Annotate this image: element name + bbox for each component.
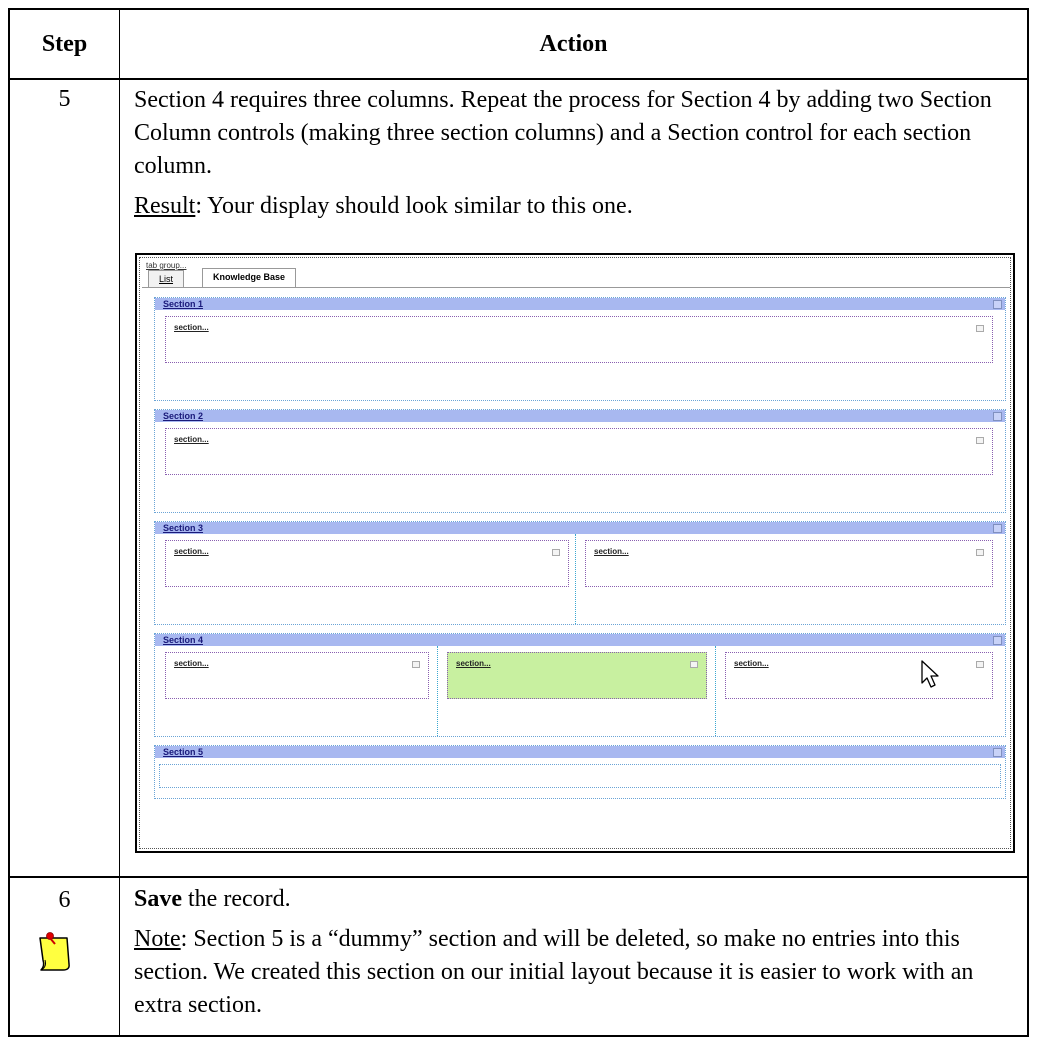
mouse-pointer-icon <box>921 660 939 688</box>
section-control[interactable]: section... <box>165 540 569 587</box>
section-column-divider <box>715 646 716 736</box>
save-rest: the record. <box>182 886 291 912</box>
section-control-label: section... <box>174 323 209 332</box>
section-control-selected[interactable]: section... <box>447 652 707 699</box>
note-text: : Section 5 is a “dummy” section and wil… <box>134 926 974 1018</box>
step-5-text: Section 4 requires three columns. Repeat… <box>134 84 1014 223</box>
section-5-title: Section 5 <box>163 747 204 757</box>
step-6-save: Save the record. <box>134 883 1014 916</box>
collapse-icon[interactable] <box>993 748 1002 757</box>
header-divider <box>10 78 1027 80</box>
section-control[interactable]: section... <box>165 652 429 699</box>
step-5-result: Result: Your display should look similar… <box>134 190 1014 223</box>
screenshot-frame: tab group... List Knowledge Base Section… <box>139 257 1011 849</box>
section-5-header[interactable]: Section 5 <box>155 746 1005 758</box>
section-4[interactable]: Section 4 section... section... section.… <box>154 633 1006 737</box>
section-4-title: Section 4 <box>163 635 204 645</box>
section-control-label: section... <box>594 547 629 556</box>
empty-section-column <box>159 764 1001 788</box>
sticky-note-icon <box>39 932 70 971</box>
step-number-6: 6 <box>58 887 71 913</box>
result-label: Result <box>134 193 196 219</box>
minimize-icon[interactable] <box>552 549 560 556</box>
note-label: Note <box>134 926 181 952</box>
section-column-divider <box>575 534 576 624</box>
collapse-icon[interactable] <box>993 524 1002 533</box>
layout-screenshot: tab group... List Knowledge Base Section… <box>135 253 1015 853</box>
collapse-icon[interactable] <box>993 300 1002 309</box>
header-step: Step <box>41 30 88 57</box>
save-word: Save <box>134 886 182 912</box>
section-1-title: Section 1 <box>163 299 204 309</box>
step-number-5: 5 <box>58 86 71 112</box>
collapse-icon[interactable] <box>993 636 1002 645</box>
tab-group-label: tab group... <box>146 261 187 270</box>
minimize-icon[interactable] <box>976 549 984 556</box>
section-control-label: section... <box>734 659 769 668</box>
minimize-icon[interactable] <box>690 661 698 668</box>
result-text: : Your display should look similar to th… <box>195 193 633 219</box>
section-3-title: Section 3 <box>163 523 204 533</box>
section-control-label: section... <box>174 659 209 668</box>
section-1-header[interactable]: Section 1 <box>155 298 1005 310</box>
tab-list[interactable]: List <box>148 270 185 287</box>
column-divider <box>119 10 120 1035</box>
section-1[interactable]: Section 1 section... <box>154 297 1006 401</box>
tab-underline <box>142 287 1010 288</box>
minimize-icon[interactable] <box>976 661 984 668</box>
section-column-divider <box>437 646 438 736</box>
minimize-icon[interactable] <box>412 661 420 668</box>
row-divider <box>10 876 1027 878</box>
section-control-label: section... <box>456 659 491 668</box>
section-2[interactable]: Section 2 section... <box>154 409 1006 513</box>
section-2-header[interactable]: Section 2 <box>155 410 1005 422</box>
section-control[interactable]: section... <box>725 652 993 699</box>
collapse-icon[interactable] <box>993 412 1002 421</box>
section-2-title: Section 2 <box>163 411 204 421</box>
section-control-label: section... <box>174 547 209 556</box>
section-3-header[interactable]: Section 3 <box>155 522 1005 534</box>
section-4-header[interactable]: Section 4 <box>155 634 1005 646</box>
minimize-icon[interactable] <box>976 437 984 444</box>
section-control[interactable]: section... <box>165 428 993 475</box>
section-3[interactable]: Section 3 section... section... <box>154 521 1006 625</box>
section-5[interactable]: Section 5 <box>154 745 1006 799</box>
section-control[interactable]: section... <box>165 316 993 363</box>
step-6-text: Save the record. Note: Section 5 is a “d… <box>134 883 1014 1022</box>
tab-knowledge-base[interactable]: Knowledge Base <box>202 268 297 287</box>
step-5-paragraph: Section 4 requires three columns. Repeat… <box>134 87 992 179</box>
minimize-icon[interactable] <box>976 325 984 332</box>
section-control-label: section... <box>174 435 209 444</box>
section-control[interactable]: section... <box>585 540 993 587</box>
step-6-note: Note: Section 5 is a “dummy” section and… <box>134 923 1014 1022</box>
header-action: Action <box>539 30 608 57</box>
